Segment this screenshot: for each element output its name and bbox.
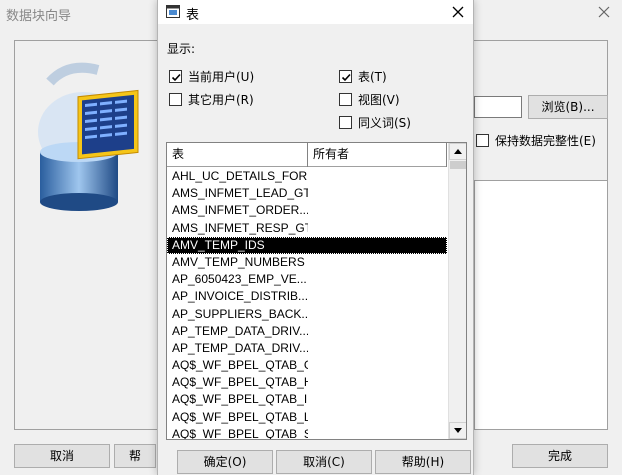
keep-integrity-box[interactable]: [476, 134, 489, 147]
column-header-table[interactable]: 表: [167, 143, 308, 167]
scroll-down-button[interactable]: [449, 422, 466, 439]
list-rows: AHL_UC_DETAILS_FOR... AMS_INFMET_LEAD_GT A…: [167, 168, 447, 439]
cancel-button[interactable]: 取消(C): [276, 450, 372, 474]
wizard-column-list[interactable]: [474, 180, 608, 430]
dialog-titlebar: 表: [158, 0, 473, 24]
tables-dialog: 表 显示: 当前用户(U) 其它用户(R) 表(T) 视图(V) 同义词(S) …: [157, 0, 474, 475]
table-row[interactable]: AHL_UC_DETAILS_FOR...: [167, 168, 308, 185]
arrow-down-icon: [454, 428, 462, 433]
arrow-up-icon: [454, 149, 462, 154]
other-users-box[interactable]: [169, 93, 182, 106]
column-header-owner[interactable]: 所有者: [308, 143, 447, 167]
wizard-table-input[interactable]: [474, 96, 522, 118]
table-row[interactable]: AQ$_WF_BPEL_QTAB_S: [167, 426, 308, 439]
synonyms-box[interactable]: [339, 116, 352, 129]
dialog-title: 表: [186, 8, 200, 23]
current-user-box[interactable]: [169, 70, 182, 83]
current-user-label: 当前用户(U): [188, 70, 255, 84]
table-row[interactable]: AP_SUPPLIERS_BACK...: [167, 306, 308, 323]
wizard-title: 数据块向导: [6, 9, 72, 24]
current-user-checkbox[interactable]: 当前用户(U): [169, 68, 254, 85]
table-row[interactable]: AP_6050423_EMP_VE...: [167, 271, 308, 288]
window-icon: [166, 5, 180, 18]
ok-button[interactable]: 确定(O): [177, 450, 273, 474]
browse-button[interactable]: 浏览(B)...: [528, 95, 608, 119]
table-row[interactable]: AQ$_WF_BPEL_QTAB_H: [167, 374, 308, 391]
tables-checkbox[interactable]: 表(T): [339, 68, 387, 85]
keep-integrity-label: 保持数据完整性(E): [495, 134, 596, 148]
display-label: 显示:: [167, 42, 196, 56]
help-button[interactable]: 帮助(H): [375, 450, 471, 474]
scroll-up-button[interactable]: [449, 143, 466, 160]
database-illustration-icon: [38, 62, 139, 211]
table-row[interactable]: AQ$_WF_BPEL_QTAB_I: [167, 391, 308, 408]
keep-integrity-checkbox[interactable]: 保持数据完整性(E): [476, 132, 596, 149]
table-row[interactable]: AP_TEMP_DATA_DRIV...: [167, 323, 308, 340]
tables-label: 表(T): [358, 70, 387, 84]
table-row[interactable]: AMV_TEMP_NUMBERS: [167, 254, 308, 271]
wizard-help-button[interactable]: 帮: [114, 444, 156, 468]
checkmark-icon: [171, 73, 181, 82]
close-icon[interactable]: [450, 4, 466, 20]
table-row[interactable]: AP_TEMP_DATA_DRIV...: [167, 340, 308, 357]
table-row[interactable]: AQ$_WF_BPEL_QTAB_G: [167, 357, 308, 374]
table-row[interactable]: AP_INVOICE_DISTRIB...: [167, 288, 308, 305]
table-row[interactable]: AMS_INFMET_LEAD_GT: [167, 185, 308, 202]
table-row[interactable]: AQ$_WF_BPEL_QTAB_L: [167, 409, 308, 426]
wizard-close-icon[interactable]: [596, 4, 612, 20]
scroll-thumb[interactable]: [450, 161, 466, 169]
views-checkbox[interactable]: 视图(V): [339, 91, 400, 108]
list-header: 表 所有者: [167, 143, 447, 167]
synonyms-label: 同义词(S): [358, 116, 411, 130]
other-users-checkbox[interactable]: 其它用户(R): [169, 91, 254, 108]
wizard-finish-button[interactable]: 完成: [512, 444, 608, 468]
wizard-cancel-button[interactable]: 取消: [14, 444, 110, 468]
other-users-label: 其它用户(R): [188, 93, 254, 107]
table-list[interactable]: 表 所有者 AHL_UC_DETAILS_FOR... AMS_INFMET_LE…: [166, 142, 467, 440]
table-row[interactable]: AMS_INFMET_RESP_GT: [167, 220, 308, 237]
table-row[interactable]: AMS_INFMET_ORDER...: [167, 202, 308, 219]
views-box[interactable]: [339, 93, 352, 106]
vertical-scrollbar[interactable]: [448, 143, 466, 439]
table-row[interactable]: AMV_TEMP_IDS: [167, 236, 447, 254]
views-label: 视图(V): [358, 93, 400, 107]
checkmark-icon: [341, 73, 351, 82]
tables-box[interactable]: [339, 70, 352, 83]
synonyms-checkbox[interactable]: 同义词(S): [339, 114, 411, 131]
